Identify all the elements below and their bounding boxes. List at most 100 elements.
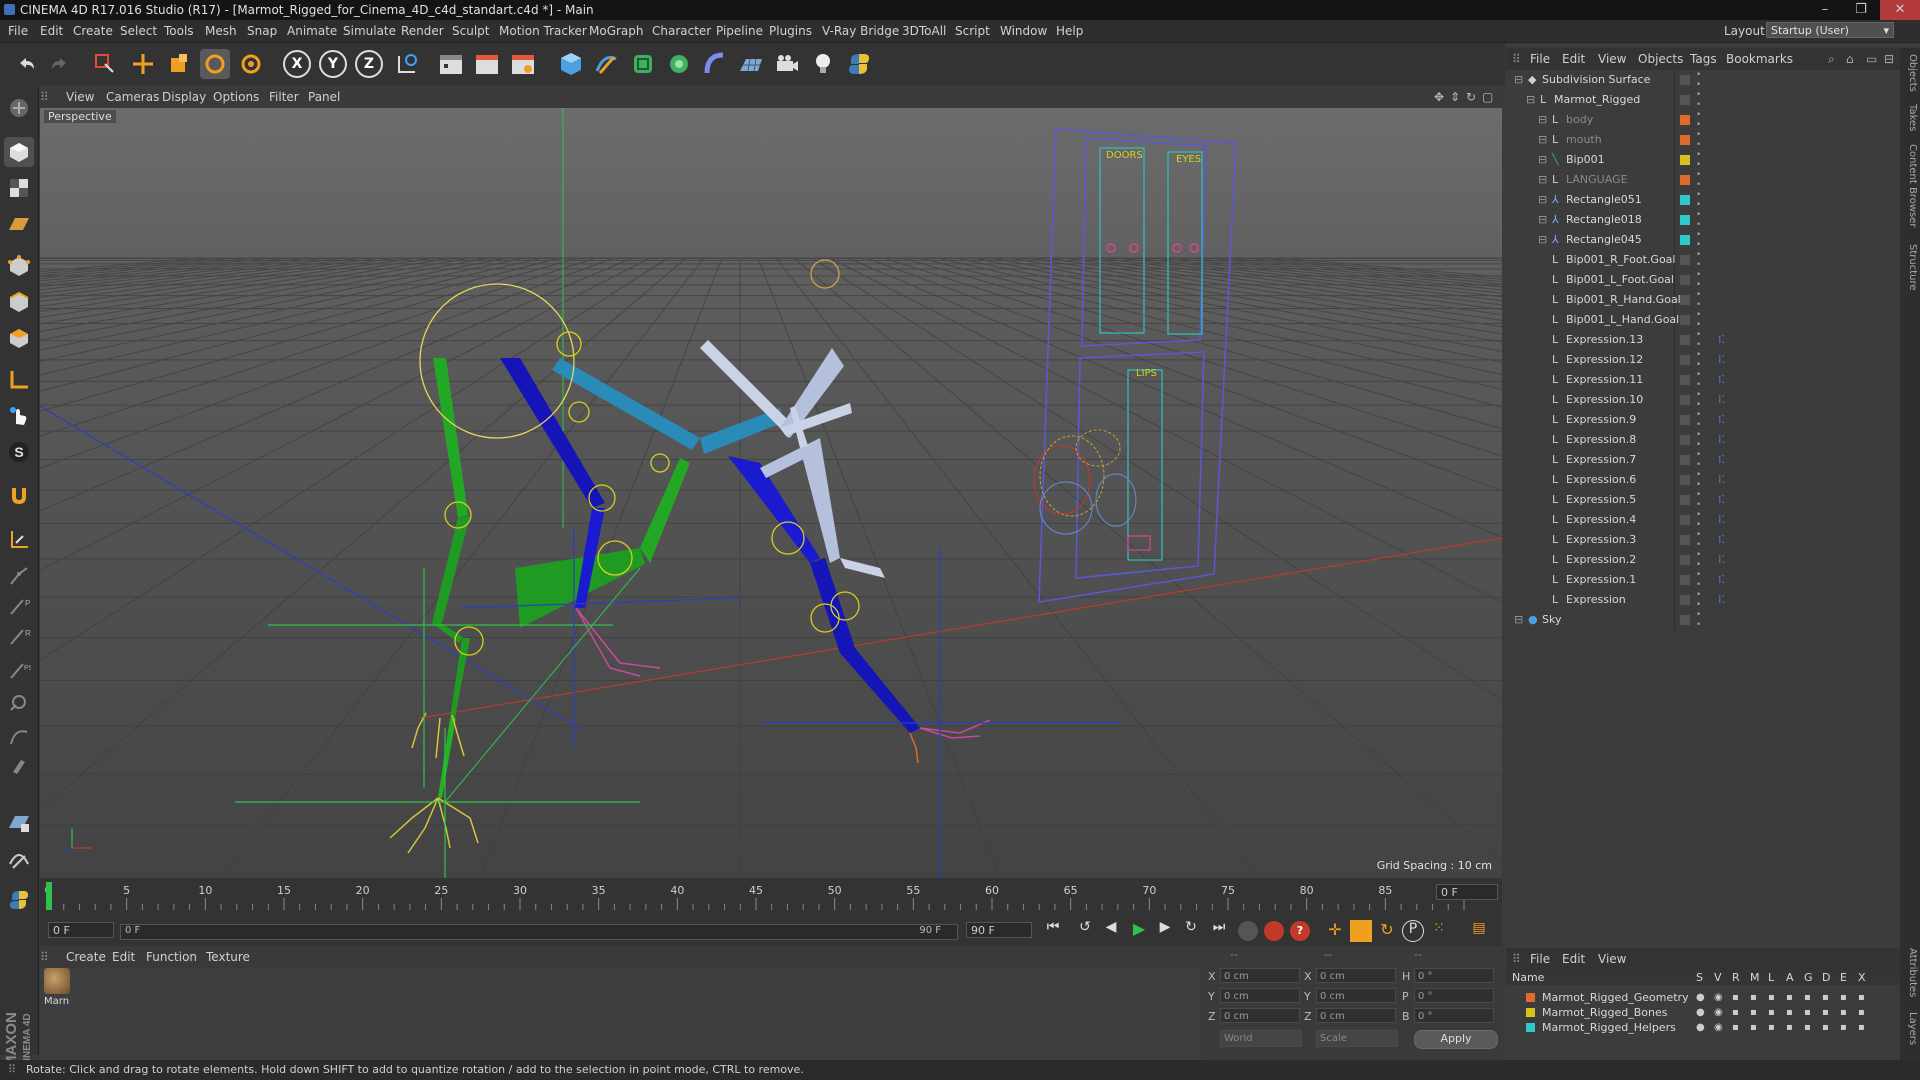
object-name[interactable]: Expression.13 — [1566, 330, 1643, 350]
layer-color-swatch[interactable] — [1526, 1008, 1535, 1017]
object-row[interactable]: L Expression.13 • • ⁞⁚ — [1506, 330, 1900, 350]
visibility-dots-icon[interactable]: • • — [1696, 310, 1701, 330]
object-name[interactable]: Subdivision Surface — [1542, 70, 1650, 90]
object-name[interactable]: Expression — [1566, 590, 1626, 610]
xpresso-tag-icon[interactable]: ⁞⁚ — [1718, 490, 1725, 510]
goto-end-button[interactable]: ⏭ — [1206, 919, 1232, 943]
layer-toggle-r-icon[interactable]: ▪ — [1732, 1005, 1739, 1020]
layer-toggle-l-icon[interactable]: ▪ — [1768, 1020, 1775, 1035]
layer-color-swatch[interactable] — [1680, 595, 1690, 605]
size-mode-dropdown[interactable]: Scale — [1316, 1030, 1398, 1047]
tab-layers[interactable]: Layers — [1902, 1012, 1918, 1045]
rotate-button[interactable] — [200, 49, 230, 79]
viewport-move-icon[interactable]: ✥ — [1434, 90, 1444, 104]
layer-color-swatch[interactable] — [1680, 75, 1690, 85]
object-row[interactable]: ⊟ L LANGUAGE • • — [1506, 170, 1900, 190]
expand-toggle-icon[interactable]: ⊟ — [1538, 230, 1547, 250]
next-key-button[interactable]: ↻ — [1178, 919, 1204, 943]
bone-p-button[interactable]: P — [4, 591, 34, 621]
timeline-layout-button[interactable]: ▤ — [1468, 920, 1490, 942]
visibility-dots-icon[interactable]: • • — [1696, 370, 1701, 390]
layer-color-swatch[interactable] — [1680, 315, 1690, 325]
viewport-rotate-icon[interactable]: ↻ — [1466, 90, 1476, 104]
layer-color-swatch[interactable] — [1680, 435, 1690, 445]
layer-toggle-v-icon[interactable]: ◉ — [1714, 990, 1723, 1005]
rotation-p-field[interactable]: 0 ° — [1414, 988, 1494, 1003]
om-menu-view[interactable]: View — [1598, 52, 1626, 66]
layer-toggle-v-icon[interactable]: ◉ — [1714, 1020, 1723, 1035]
layer-color-swatch[interactable] — [1680, 255, 1690, 265]
menu-edit[interactable]: Edit — [40, 24, 63, 38]
object-row[interactable]: L Expression.2 • • ⁞⁚ — [1506, 550, 1900, 570]
layer-color-swatch[interactable] — [1680, 455, 1690, 465]
layer-toggle-e-icon[interactable]: ▪ — [1840, 1005, 1847, 1020]
layer-col-d[interactable]: D — [1822, 970, 1830, 985]
workplane-button[interactable] — [4, 209, 34, 239]
deformer-button[interactable] — [700, 49, 730, 79]
object-name[interactable]: Rectangle051 — [1566, 190, 1642, 210]
viewport-camera-label[interactable]: Perspective — [44, 110, 116, 123]
viewport-menu-display[interactable]: Display — [162, 90, 206, 104]
autokey-button[interactable]: ? — [1290, 921, 1310, 941]
position-y-field[interactable]: 0 cm — [1220, 988, 1300, 1003]
object-name[interactable]: Expression.4 — [1566, 510, 1636, 530]
visibility-dots-icon[interactable]: • • — [1696, 90, 1701, 110]
xpresso-tag-icon[interactable]: ⁞⁚ — [1718, 510, 1725, 530]
object-row[interactable]: L Expression.10 • • ⁞⁚ — [1506, 390, 1900, 410]
object-row[interactable]: ⊟ ● Sky • • — [1506, 610, 1900, 630]
tweak-mode-button[interactable] — [4, 401, 34, 431]
object-name[interactable]: Expression.6 — [1566, 470, 1636, 490]
layer-color-swatch[interactable] — [1680, 175, 1690, 185]
visibility-dots-icon[interactable]: • • — [1696, 330, 1701, 350]
layer-toggle-l-icon[interactable]: ▪ — [1768, 990, 1775, 1005]
layer-color-swatch[interactable] — [1680, 135, 1690, 145]
tab-objects[interactable]: Objects — [1902, 54, 1918, 92]
material-thumbnail[interactable] — [44, 968, 70, 994]
xpresso-tag-icon[interactable]: ⁞⁚ — [1718, 350, 1725, 370]
layer-col-g[interactable]: G — [1804, 970, 1813, 985]
bone-joint-button[interactable] — [4, 687, 34, 717]
close-button[interactable]: ✕ — [1880, 0, 1920, 20]
xpresso-tag-icon[interactable]: ⁞⁚ — [1718, 410, 1725, 430]
expand-toggle-icon[interactable]: ⊟ — [1538, 190, 1547, 210]
layer-toggle-x-icon[interactable]: ▪ — [1858, 1005, 1865, 1020]
layer-toggle-s-icon[interactable]: ● — [1696, 1005, 1705, 1020]
timeline-playhead[interactable] — [46, 882, 52, 910]
lm-menu-view[interactable]: View — [1598, 952, 1626, 966]
tab-structure[interactable]: Structure — [1902, 244, 1918, 291]
layer-color-swatch[interactable] — [1680, 415, 1690, 425]
visibility-dots-icon[interactable]: • • — [1696, 350, 1701, 370]
bone-ps-button[interactable]: PS — [4, 655, 34, 685]
layer-color-swatch[interactable] — [1680, 95, 1690, 105]
render-picture-viewer-button[interactable] — [472, 49, 502, 79]
object-row[interactable]: ⊟ Lmouth • • — [1506, 130, 1900, 150]
object-row[interactable]: L Expression.7 • • ⁞⁚ — [1506, 450, 1900, 470]
layout-dropdown[interactable]: Startup (User) ▾ — [1766, 22, 1894, 38]
expand-toggle-icon[interactable]: ⊟ — [1538, 110, 1547, 130]
object-row[interactable]: L Expression • • ⁞⁚ — [1506, 590, 1900, 610]
python-script-button[interactable] — [4, 885, 34, 915]
object-name[interactable]: Bip001 — [1566, 150, 1605, 170]
layer-col-e[interactable]: E — [1840, 970, 1847, 985]
tab-takes[interactable]: Takes — [1902, 104, 1918, 131]
object-row[interactable]: L Expression.9 • • ⁞⁚ — [1506, 410, 1900, 430]
xpresso-tag-icon[interactable]: ⁞⁚ — [1718, 450, 1725, 470]
object-name[interactable]: Expression.7 — [1566, 450, 1636, 470]
menu-help[interactable]: Help — [1056, 24, 1083, 38]
layer-color-swatch[interactable] — [1680, 235, 1690, 245]
layer-toggle-g-icon[interactable]: ▪ — [1804, 1020, 1811, 1035]
viewport-menu-view[interactable]: View — [66, 90, 94, 104]
visibility-dots-icon[interactable]: • • — [1696, 530, 1701, 550]
menu-create[interactable]: Create — [73, 24, 113, 38]
xpresso-tag-icon[interactable]: ⁞⁚ — [1718, 390, 1725, 410]
start-frame-field[interactable]: 0 F — [48, 922, 114, 938]
layer-row[interactable]: Marmot_Rigged_Bones ● ◉ ▪ ▪ ▪ ▪ ▪ ▪ ▪ ▪ — [1506, 1005, 1900, 1020]
visibility-dots-icon[interactable]: • • — [1696, 150, 1701, 170]
layer-color-swatch[interactable] — [1680, 535, 1690, 545]
magnet-button[interactable] — [4, 481, 34, 511]
visibility-dots-icon[interactable]: • • — [1696, 390, 1701, 410]
layer-color-swatch[interactable] — [1680, 215, 1690, 225]
xpresso-tag-icon[interactable]: ⁞⁚ — [1718, 530, 1725, 550]
model-mode-button[interactable] — [4, 137, 34, 167]
minimize-button[interactable]: – — [1810, 0, 1840, 20]
